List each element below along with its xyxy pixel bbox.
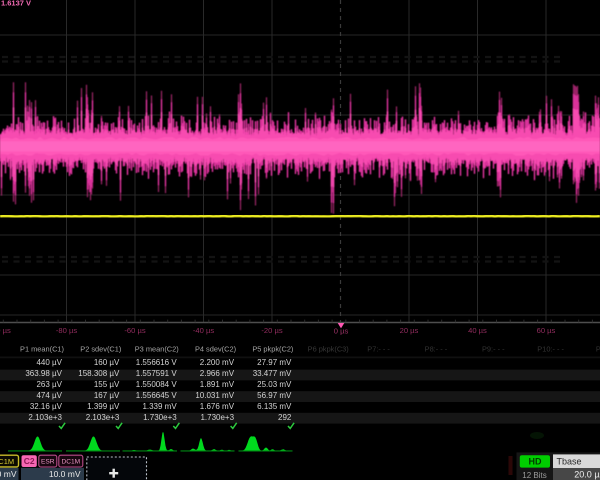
svg-text:1.891 mV: 1.891 mV	[200, 380, 235, 389]
svg-text:-100 µs: -100 µs	[0, 326, 11, 335]
svg-text:60 µs: 60 µs	[537, 326, 556, 335]
svg-text:P8:- - -: P8:- - -	[425, 344, 448, 353]
svg-text:2.103e+3: 2.103e+3	[86, 413, 120, 422]
svg-text:P11:- - -: P11:- - -	[596, 345, 600, 354]
svg-text:1.730e+3: 1.730e+3	[200, 413, 234, 422]
svg-text:10.031 mV: 10.031 mV	[195, 391, 234, 400]
svg-text:25.03 mV: 25.03 mV	[257, 380, 292, 389]
svg-text:DC1M: DC1M	[61, 459, 80, 466]
svg-text:1.6137 V: 1.6137 V	[1, 0, 31, 8]
svg-text:-20 µs: -20 µs	[261, 326, 282, 335]
svg-text:1.339 mV: 1.339 mV	[142, 402, 177, 411]
svg-text:P2 sdev(C1): P2 sdev(C1)	[80, 344, 121, 353]
svg-text:1.676 mV: 1.676 mV	[200, 402, 235, 411]
svg-text:263 µV: 263 µV	[36, 380, 62, 389]
svg-text:P9:- - -: P9:- - -	[482, 344, 505, 353]
svg-text:P1 mean(C1): P1 mean(C1)	[20, 344, 64, 353]
svg-text:P4 sdev(C2): P4 sdev(C2)	[195, 344, 236, 353]
svg-text:363.98 µV: 363.98 µV	[25, 369, 62, 378]
svg-text:HD: HD	[529, 457, 542, 467]
svg-text:1.556616 V: 1.556616 V	[136, 358, 178, 367]
svg-text:27.97 mV: 27.97 mV	[257, 358, 292, 367]
svg-text:1.399 µV: 1.399 µV	[87, 402, 120, 411]
svg-text:P6 pkpk(C3): P6 pkpk(C3)	[308, 345, 349, 354]
svg-text:440 µV: 440 µV	[36, 358, 62, 367]
svg-text:155 µV: 155 µV	[94, 380, 120, 389]
svg-text:2.103e+3: 2.103e+3	[28, 413, 62, 422]
svg-text:10.0 mV: 10.0 mV	[49, 469, 81, 479]
svg-text:1.556645 V: 1.556645 V	[136, 391, 178, 400]
svg-text:1.730e+3: 1.730e+3	[143, 413, 177, 422]
svg-text:1.550084 V: 1.550084 V	[136, 380, 178, 389]
svg-text:P10:- - -: P10:- - -	[537, 344, 564, 353]
svg-text:160 µV: 160 µV	[94, 358, 120, 367]
svg-text:1.557591 V: 1.557591 V	[136, 369, 178, 378]
svg-text:2.200 mV: 2.200 mV	[200, 358, 235, 367]
svg-text:6.135 mV: 6.135 mV	[257, 402, 292, 411]
svg-text:33.477 mV: 33.477 mV	[253, 369, 292, 378]
svg-text:2.966 mV: 2.966 mV	[200, 369, 235, 378]
svg-text:DC1M: DC1M	[0, 457, 14, 466]
svg-text:12 Bits: 12 Bits	[522, 471, 546, 480]
svg-text:292: 292	[278, 413, 292, 422]
svg-text:-40 µs: -40 µs	[193, 326, 214, 335]
svg-text:56.97 mV: 56.97 mV	[257, 391, 292, 400]
svg-text:ESR: ESR	[41, 459, 55, 466]
svg-text:Tbase: Tbase	[557, 456, 582, 466]
svg-text:32.16 µV: 32.16 µV	[30, 402, 63, 411]
svg-text:-80 µs: -80 µs	[56, 326, 77, 335]
svg-text:167 µV: 167 µV	[94, 391, 120, 400]
svg-text:P7:- - -: P7:- - -	[367, 344, 390, 353]
svg-text:0 mV: 0 mV	[0, 469, 17, 479]
svg-text:40 µs: 40 µs	[468, 326, 487, 335]
svg-text:P3 mean(C2): P3 mean(C2)	[135, 344, 179, 353]
svg-text:20.0 µs: 20.0 µs	[574, 469, 600, 479]
svg-text:158.308 µV: 158.308 µV	[78, 369, 120, 378]
svg-text:474 µV: 474 µV	[36, 391, 62, 400]
svg-text:C2: C2	[24, 456, 35, 466]
svg-text:-60 µs: -60 µs	[124, 326, 145, 335]
svg-text:20 µs: 20 µs	[400, 326, 419, 335]
svg-text:P5 pkpk(C2): P5 pkpk(C2)	[252, 344, 293, 353]
